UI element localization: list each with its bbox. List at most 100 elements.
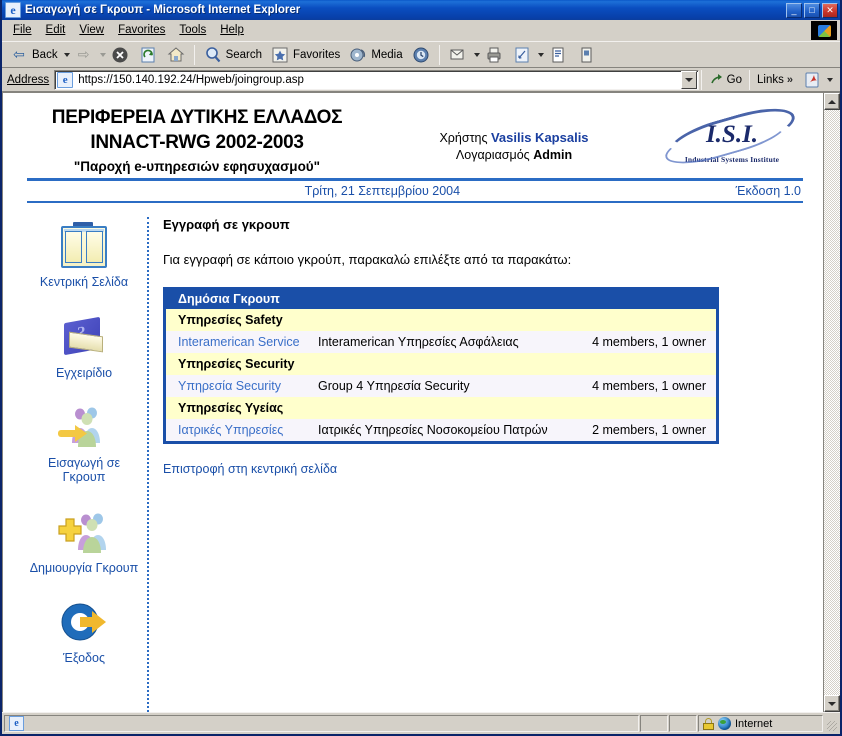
title-bar: Εισαγωγή σε Γκρουπ - Microsoft Internet … (2, 0, 840, 21)
menu-item-tools[interactable]: Tools (172, 22, 213, 39)
browser-window: Εισαγωγή σε Γκρουπ - Microsoft Internet … (0, 0, 842, 736)
group-link-cell[interactable]: Υπηρεσία Security (166, 375, 318, 398)
user-label: Χρήστης (439, 131, 488, 146)
home-icon (166, 45, 186, 65)
address-separator (700, 69, 702, 90)
print-button[interactable] (480, 43, 508, 67)
status-message-cell (4, 715, 639, 732)
sidebar-item-exit[interactable]: Έξοδος (25, 597, 143, 665)
favorites-star-icon (270, 45, 290, 65)
resize-grip[interactable] (824, 715, 838, 732)
menu-item-favorites[interactable]: Favorites (111, 22, 172, 39)
site-title-line1: ΠΕΡΙΦΕΡΕΙΑ ΔΥΤΙΚΗΣ ΕΛΛΑΔΟΣ (51, 107, 343, 129)
mail-button[interactable] (444, 43, 472, 67)
links-separator (749, 69, 751, 90)
minimize-button[interactable]: _ (786, 2, 802, 18)
favorites-button[interactable]: Favorites (266, 43, 344, 67)
forward-button[interactable]: ⇨ (70, 43, 98, 67)
scrollbar-track[interactable] (824, 110, 840, 695)
scroll-down-button[interactable] (824, 695, 840, 712)
page-title: Εγγραφή σε γκρουπ (163, 217, 290, 233)
window-controls: _ □ ✕ (786, 2, 838, 18)
site-header: ΠΕΡΙΦΕΡΕΙΑ ΔΥΤΙΚΗΣ ΕΛΛΑΔΟΣ INNACT-RWG 20… (21, 100, 809, 174)
main-content: Εγγραφή σε γκρουπ Για εγγραφή σε κάποιο … (149, 217, 809, 712)
sidebar: Κεντρική Σελίδα ? Εγχειρίδιο Εισαγωγή σε… (21, 217, 149, 712)
site-tagline: "Παροχή e-υπηρεσιών εφησυχασμού" (73, 159, 321, 175)
sidebar-item-create-group[interactable]: Δημιουργία Γκρουπ (25, 507, 143, 575)
public-groups-panel: Δημόσια Γκρουπ Υπηρεσίες Safety Interame… (163, 287, 719, 445)
menu-item-view[interactable]: View (72, 22, 111, 39)
current-date: Τρίτη, 21 Σεπτεμβρίου 2004 (304, 184, 461, 199)
pdf-dropdown-icon[interactable] (827, 77, 833, 82)
menu-item-edit[interactable]: Edit (39, 22, 73, 39)
home-button[interactable] (162, 43, 190, 67)
history-button[interactable] (407, 43, 435, 67)
sidebar-item-home[interactable]: Κεντρική Σελίδα (25, 221, 143, 289)
refresh-icon (138, 45, 158, 65)
sidebar-item-join-group[interactable]: Εισαγωγή σε Γκρουπ (25, 402, 143, 485)
printer-icon (484, 45, 504, 65)
category-row: Υπηρεσίες Safety (166, 309, 716, 332)
pdf-toolbar-button[interactable] (798, 68, 837, 92)
close-button[interactable]: ✕ (822, 2, 838, 18)
chevron-down-icon (684, 77, 693, 82)
isi-logo-text: I.S.I. (705, 121, 759, 149)
sidebar-item-exit-label: Έξοδος (63, 651, 105, 666)
search-button[interactable]: Search (199, 43, 266, 67)
refresh-button[interactable] (134, 43, 162, 67)
maximize-button[interactable]: □ (804, 2, 820, 18)
page-viewport: ΠΕΡΙΦΕΡΕΙΑ ΔΥΤΙΚΗΣ ΕΛΛΑΔΟΣ INNACT-RWG 20… (2, 92, 840, 712)
back-to-home-link[interactable]: Επιστροφή στη κεντρική σελίδα (163, 462, 337, 476)
messenger-button[interactable] (572, 43, 600, 67)
category-label: Υπηρεσίες Security (166, 353, 716, 376)
globe-icon (718, 717, 731, 730)
discuss-button[interactable] (544, 43, 572, 67)
scroll-up-button[interactable] (824, 93, 840, 111)
category-label: Υπηρεσίες Safety (166, 309, 716, 332)
public-groups-table: Δημόσια Γκρουπ Υπηρεσίες Safety Interame… (166, 290, 716, 442)
table-row: Interamerican Service Interamerican Υπηρ… (166, 331, 716, 354)
address-dropdown-button[interactable] (680, 70, 697, 89)
page-icon (57, 71, 74, 88)
table-header-row: Δημόσια Γκρουπ (166, 290, 716, 310)
address-field[interactable] (54, 69, 699, 90)
edit-page-button[interactable] (508, 43, 536, 67)
back-button[interactable]: ⇦ Back (5, 43, 62, 67)
lock-icon (703, 717, 714, 730)
stop-button[interactable] (106, 43, 134, 67)
stop-icon (110, 45, 130, 65)
pdf-icon (802, 70, 822, 90)
links-button[interactable]: Links » (752, 70, 798, 90)
navigation-toolbar: ⇦ Back ⇨ Search Favorites Media (2, 41, 840, 69)
vertical-scrollbar[interactable] (823, 93, 840, 712)
header-divider-2 (27, 201, 803, 204)
status-bar: Internet (2, 712, 840, 734)
account-name: Admin (533, 148, 573, 163)
menu-item-file[interactable]: File (6, 22, 39, 39)
windows-logo-icon (811, 21, 837, 41)
group-members: 4 members, 1 owner (573, 331, 716, 354)
go-button[interactable]: Go (704, 70, 747, 90)
site-title-block: ΠΕΡΙΦΕΡΕΙΑ ΔΥΤΙΚΗΣ ΕΛΛΑΔΟΣ INNACT-RWG 20… (27, 107, 367, 174)
media-button[interactable]: Media (344, 43, 406, 67)
group-link-cell[interactable]: Interamerican Service (166, 331, 318, 354)
group-link[interactable]: Ιατρικές Υπηρεσίες (178, 423, 283, 437)
sidebar-item-manual[interactable]: ? Εγχειρίδιο (25, 312, 143, 380)
site-title-line2: INNACT-RWG 2002-2003 (90, 132, 304, 154)
account-line: Λογαριασμός Admin (367, 148, 661, 162)
security-zone-cell[interactable]: Internet (698, 715, 823, 732)
table-row: Υπηρεσία Security Group 4 Υπηρεσία Secur… (166, 375, 716, 398)
group-link-cell[interactable]: Ιατρικές Υπηρεσίες (166, 419, 318, 442)
sidebar-item-manual-label: Εγχειρίδιο (55, 365, 113, 380)
web-page: ΠΕΡΙΦΕΡΕΙΑ ΔΥΤΙΚΗΣ ΕΛΛΑΔΟΣ INNACT-RWG 20… (2, 93, 823, 712)
category-label: Υπηρεσίες Υγείας (166, 397, 716, 420)
status-progress-cell (640, 715, 668, 732)
menu-item-help[interactable]: Help (213, 22, 251, 39)
mail-icon (448, 45, 468, 65)
user-name: Vasilis Kapsalis (490, 130, 589, 146)
account-label: Λογαριασμός (455, 148, 530, 163)
group-link[interactable]: Υπηρεσία Security (178, 379, 281, 393)
group-description: Interamerican Υπηρεσίες Ασφάλειας (318, 331, 573, 354)
group-link[interactable]: Interamerican Service (178, 335, 300, 349)
address-input[interactable] (76, 71, 681, 88)
